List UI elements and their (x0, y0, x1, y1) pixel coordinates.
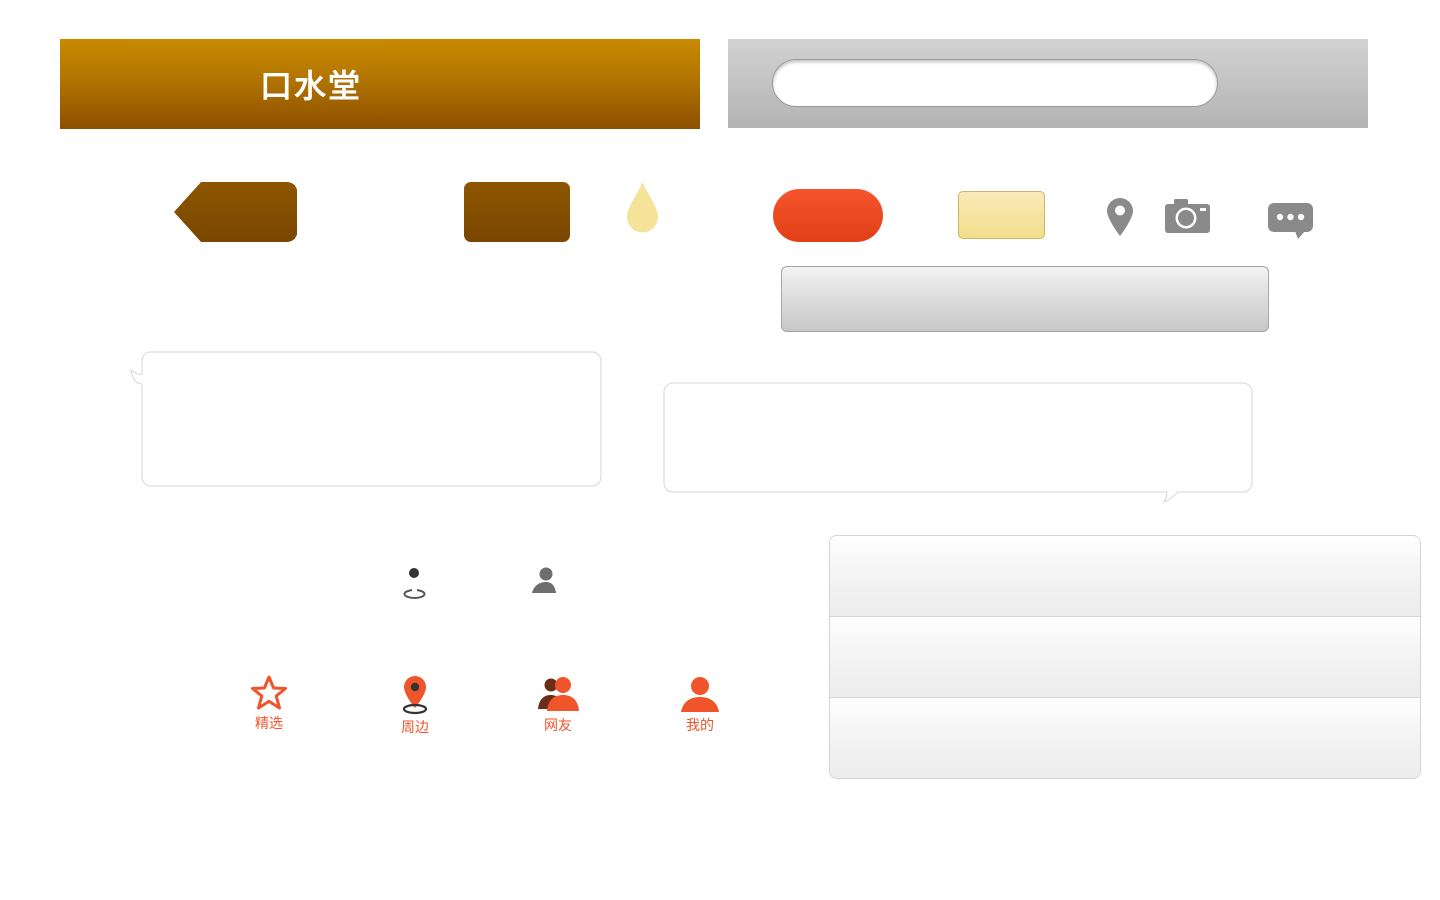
tab-nearby-label: 周边 (401, 720, 429, 736)
location-pin-icon[interactable] (1106, 197, 1134, 237)
red-button[interactable] (773, 189, 883, 242)
back-button[interactable] (174, 182, 297, 242)
location-pin-icon (402, 676, 428, 715)
tab-friends-label: 网友 (544, 718, 572, 734)
brown-button[interactable] (464, 182, 570, 242)
camera-icon[interactable] (1164, 198, 1211, 234)
tab-mine-label: 我的 (686, 718, 714, 734)
list-item[interactable] (830, 698, 1420, 778)
list-item[interactable] (830, 536, 1420, 617)
user-icon (532, 567, 556, 593)
list-item[interactable] (830, 617, 1420, 698)
chat-bubble-icon[interactable] (1267, 202, 1314, 240)
drop-icon (627, 182, 658, 233)
search-bar (728, 39, 1368, 128)
tab-featured[interactable]: 精选 (224, 675, 314, 733)
tab-featured-label: 精选 (255, 716, 283, 732)
outgoing-message-bubble (663, 382, 1253, 504)
app-header: 口水堂 (60, 39, 700, 129)
incoming-message-bubble (130, 351, 602, 487)
user-icon (681, 677, 719, 712)
tab-nearby[interactable]: 周边 (370, 675, 460, 737)
nearby-icon (403, 568, 426, 599)
tab-friends[interactable]: 网友 (513, 675, 603, 735)
yellow-button[interactable] (958, 191, 1045, 239)
tab-mine[interactable]: 我的 (655, 675, 745, 735)
friends-icon (538, 677, 579, 711)
star-icon (251, 675, 287, 710)
gray-button[interactable] (781, 266, 1269, 332)
app-title: 口水堂 (260, 67, 363, 105)
search-input[interactable] (772, 59, 1218, 107)
list-card (829, 535, 1421, 779)
